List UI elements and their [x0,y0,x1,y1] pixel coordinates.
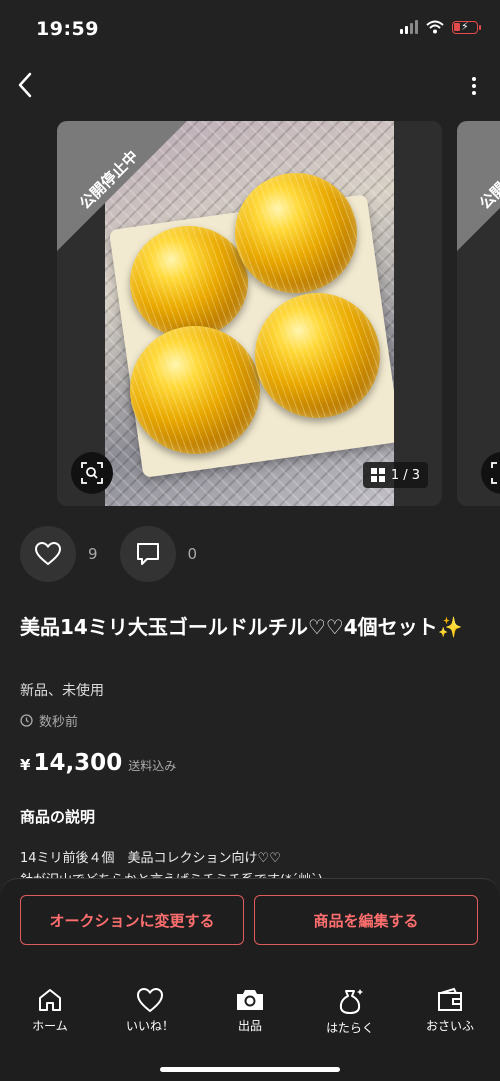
heart-icon [35,542,61,566]
description-heading: 商品の説明 [20,808,96,826]
more-dot-icon [472,77,476,81]
more-options-button[interactable] [464,72,484,100]
tab-label: はたらく [326,1021,374,1035]
tab-label: いいね！ [125,1019,174,1033]
chevron-left-icon [18,72,32,98]
item-title: 美品14ミリ大玉ゴールドルチル♡♡4個セット✨ [20,615,463,639]
clock-icon [20,714,33,727]
status-time: 19:59 [36,18,99,40]
edit-item-button[interactable]: 商品を編集する [254,895,478,945]
image-counter: 1 / 3 [362,462,428,488]
item-condition: 新品、未使用 [20,683,104,699]
back-button[interactable] [10,66,40,104]
money-bag-icon [339,989,363,1014]
like-button[interactable] [20,526,76,582]
comments-count: 0 [187,545,198,563]
gold-sphere [255,293,380,418]
price-row: ¥ 14,300 送料込み [20,750,176,776]
image-counter-text: 1 / 3 [390,467,420,483]
status-icons: ⚡ [400,20,481,34]
status-bar: 19:59 ⚡ [0,0,500,56]
tab-label: ホーム [32,1019,68,1033]
tab-label: 出品 [237,1019,262,1033]
comment-icon [136,543,159,565]
nav-bar [0,60,500,110]
heart-icon [136,987,164,1013]
scan-zoom-icon [491,462,497,484]
tab-wallet[interactable]: おさいふ [405,987,495,1047]
zoom-button[interactable] [71,452,113,494]
action-buttons: オークションに変更する 商品を編集する [20,895,478,945]
tab-sell[interactable]: 出品 [205,987,295,1047]
home-indicator[interactable] [160,1067,340,1072]
tab-work[interactable]: はたらく [305,987,395,1047]
signal-icon [400,20,418,34]
shipping-note: 送料込み [128,759,177,773]
home-icon [39,989,61,1011]
posted-time: 数秒前 [20,711,78,730]
tab-likes[interactable]: いいね！ [105,987,195,1047]
suspended-ribbon [57,121,187,251]
wallet-icon [438,987,462,1011]
tab-bar: ホーム いいね！ 出品 はたらく おさいふ [0,987,500,1047]
item-price: 14,300 [33,750,123,776]
change-to-auction-button[interactable]: オークションに変更する [20,895,244,945]
camera-icon [237,990,263,1010]
image-slide[interactable]: 公開停止中 1 / 3 [57,121,442,506]
gold-sphere [130,326,260,454]
gold-sphere [235,173,357,293]
bottom-action-sheet: オークションに変更する 商品を編集する ホーム いいね！ 出品 はたらく おさい… [0,878,500,1081]
posted-time-text: 数秒前 [39,715,79,730]
scan-zoom-icon [81,462,103,484]
next-image-slide[interactable]: 公開停止中 [457,121,500,506]
likes-count: 9 [88,545,98,563]
currency-symbol: ¥ [20,756,31,774]
tab-label: おさいふ [425,1019,474,1033]
engagement-actions: 9 0 [20,526,219,582]
comment-button[interactable] [119,526,176,582]
battery-icon: ⚡ [452,20,481,34]
image-carousel[interactable]: 公開停止中 1 / 3 公開停止中 [57,121,500,506]
wifi-icon [426,20,444,34]
tab-home[interactable]: ホーム [5,987,95,1047]
zoom-button[interactable] [481,452,500,494]
gallery-grid-icon [370,468,385,482]
